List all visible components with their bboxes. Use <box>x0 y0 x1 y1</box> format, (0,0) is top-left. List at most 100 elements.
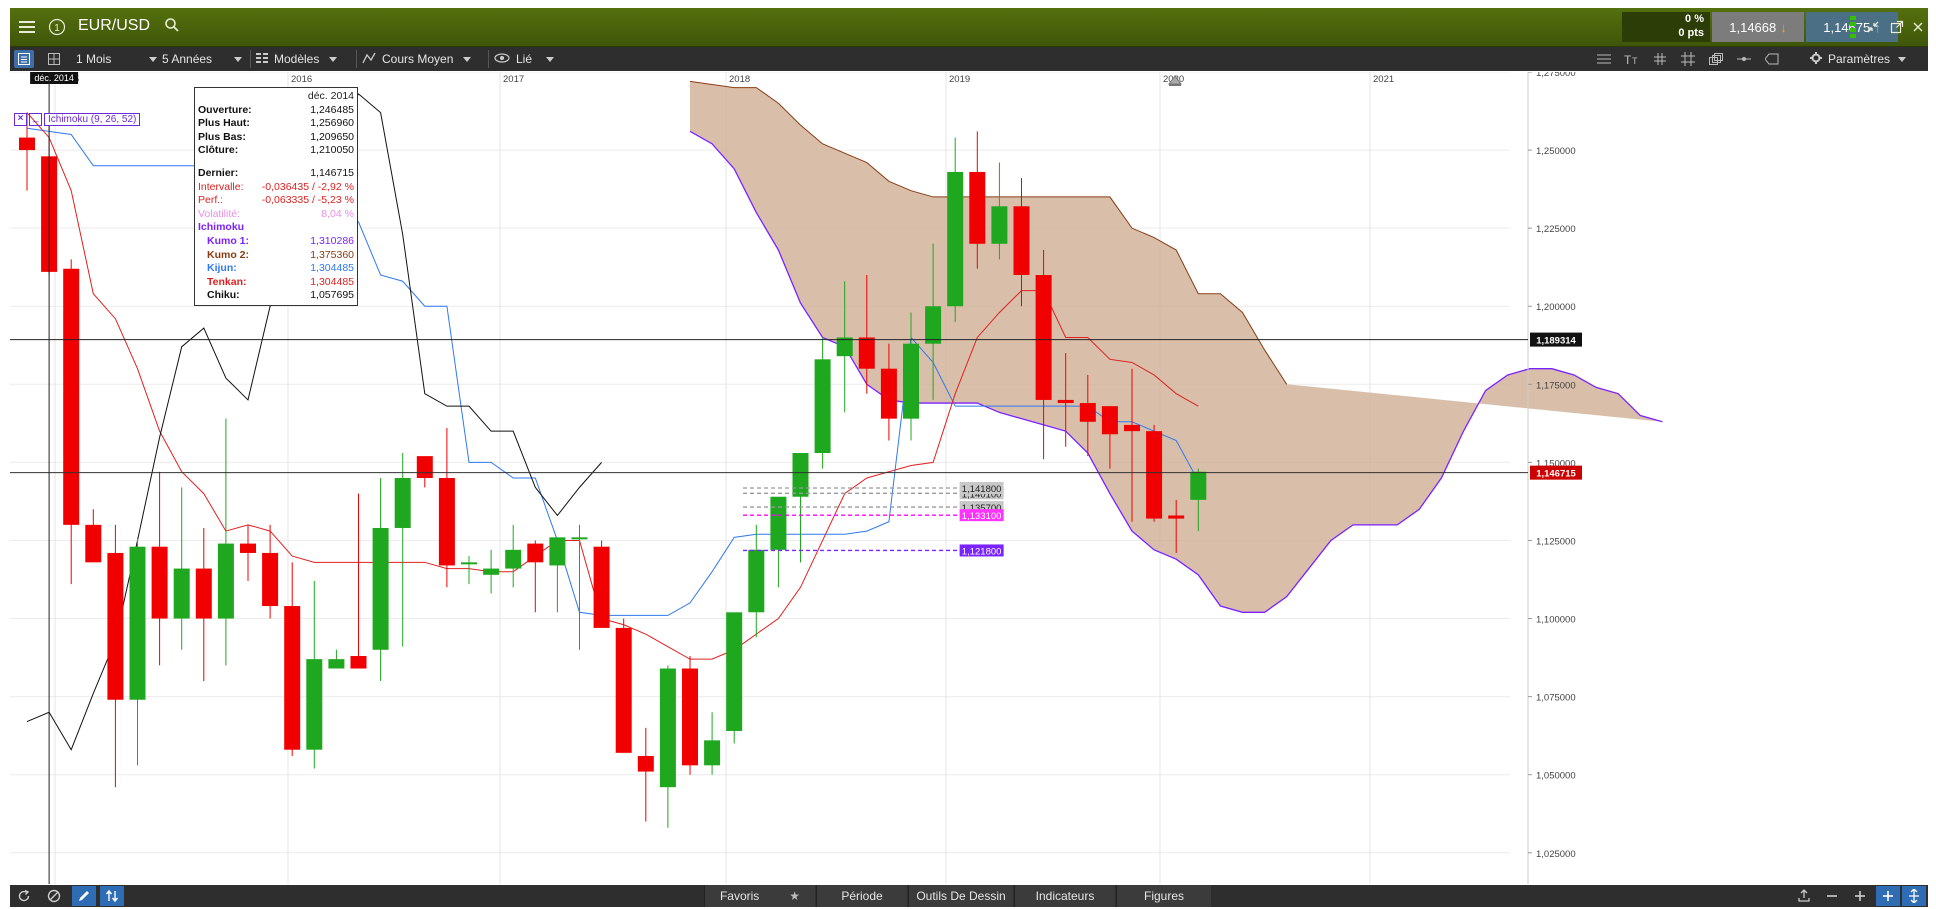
candle-body[interactable] <box>107 552 124 700</box>
magnet-icon[interactable] <box>1734 50 1754 68</box>
candle-body[interactable] <box>836 337 853 357</box>
candle-body[interactable] <box>129 546 146 700</box>
drawing-tools-tab[interactable]: Outils De Dessin <box>908 885 1013 907</box>
candle-body[interactable] <box>726 612 743 731</box>
layers-icon[interactable] <box>1706 50 1726 68</box>
candle-body[interactable] <box>969 171 986 244</box>
candle-body[interactable] <box>483 568 500 575</box>
indicators-tab[interactable]: Indicateurs <box>1014 885 1115 907</box>
candle-body[interactable] <box>1190 471 1207 500</box>
popout-icon[interactable] <box>1886 14 1908 40</box>
expand-vertical-icon[interactable] <box>1902 886 1926 906</box>
candle-body[interactable] <box>704 740 721 766</box>
list-lines-icon[interactable] <box>1594 50 1614 68</box>
link-dropdown[interactable]: Lié <box>494 47 555 71</box>
candle-body[interactable] <box>505 549 522 569</box>
candle-body[interactable] <box>1124 424 1140 432</box>
candle-body[interactable] <box>593 546 610 628</box>
list-view-icon[interactable] <box>14 50 34 68</box>
layout-grid-icon[interactable] <box>44 50 64 68</box>
candle-body[interactable] <box>151 546 168 619</box>
tooltip-label: Volatilité: <box>198 207 241 220</box>
candle-body[interactable] <box>637 755 654 772</box>
candle-body[interactable] <box>350 656 367 669</box>
candle-body[interactable] <box>659 668 676 788</box>
info-icon[interactable]: 1 <box>44 14 70 40</box>
candle-body[interactable] <box>858 337 875 369</box>
candle-body[interactable] <box>991 206 1008 244</box>
figures-tab[interactable]: Figures <box>1116 885 1211 907</box>
interval-dropdown[interactable]: 1 Mois <box>76 47 158 71</box>
candle-body[interactable] <box>925 306 942 344</box>
candle-body[interactable] <box>770 496 787 550</box>
settings-button[interactable]: Paramètres <box>1810 47 1907 71</box>
candle-body[interactable] <box>1035 275 1052 400</box>
candle-body[interactable] <box>85 524 102 563</box>
zoom-in-icon[interactable] <box>1848 886 1872 906</box>
candle-body[interactable] <box>306 659 323 750</box>
candle-body[interactable] <box>1168 515 1185 519</box>
candle-body[interactable] <box>63 268 80 525</box>
zoom-out-icon[interactable] <box>1820 886 1844 906</box>
candle-body[interactable] <box>262 552 279 607</box>
candle-body[interactable] <box>748 549 765 613</box>
add-panel-icon[interactable] <box>1876 886 1900 906</box>
candle-body[interactable] <box>792 453 809 497</box>
price-type-dropdown[interactable]: Cours Moyen <box>362 47 472 71</box>
grid-icon[interactable] <box>1650 50 1670 68</box>
candle-body[interactable] <box>527 543 544 563</box>
candle-body[interactable] <box>1146 431 1163 519</box>
last-price-badge: 1,146715 <box>1536 469 1576 480</box>
candle-body[interactable] <box>947 171 964 307</box>
period-tab[interactable]: Période <box>816 885 907 907</box>
candle-body[interactable] <box>461 562 477 565</box>
label-icon[interactable] <box>1762 50 1782 68</box>
candle-body[interactable] <box>240 543 256 553</box>
candle-body[interactable] <box>438 478 455 566</box>
candle-body[interactable] <box>549 537 566 566</box>
sort-icon[interactable] <box>100 886 124 906</box>
candle-body[interactable] <box>571 537 588 540</box>
candle-body[interactable] <box>217 543 234 619</box>
candle-body[interactable] <box>284 606 301 750</box>
candle-body[interactable] <box>372 527 389 650</box>
pencil-icon[interactable] <box>72 886 96 906</box>
candle-body[interactable] <box>328 659 345 669</box>
candle-body[interactable] <box>1013 206 1030 275</box>
search-icon[interactable] <box>164 17 180 36</box>
candle-body[interactable] <box>416 456 433 478</box>
candle-body[interactable] <box>173 568 190 619</box>
range-dropdown[interactable]: 5 Années <box>162 47 243 71</box>
remove-indicator-icon[interactable]: × <box>14 112 27 126</box>
candle-body[interactable] <box>615 627 632 753</box>
candle-body[interactable] <box>195 568 212 619</box>
candle-body[interactable] <box>19 137 35 151</box>
refresh-icon[interactable] <box>12 886 36 906</box>
favorites-tab[interactable]: Favoris ★ <box>704 885 815 907</box>
candle-body[interactable] <box>682 668 698 766</box>
menu-icon[interactable] <box>14 14 40 40</box>
candle-body[interactable] <box>903 343 919 419</box>
models-dropdown[interactable]: Modèles <box>256 47 338 71</box>
candle-body[interactable] <box>1101 406 1118 435</box>
text-size-icon[interactable]: TT <box>1622 50 1642 68</box>
candle-body[interactable] <box>814 359 831 454</box>
figures-label: Figures <box>1143 889 1184 903</box>
candle-body[interactable] <box>1057 399 1074 404</box>
close-icon[interactable] <box>1908 14 1928 40</box>
candle-body[interactable] <box>880 368 897 419</box>
interval-label: 1 Mois <box>76 52 112 66</box>
indicator-name[interactable]: Ichimoku (9, 26, 52) <box>44 112 141 126</box>
price-level-label: 1,133100 <box>962 511 1002 522</box>
no-drawing-icon[interactable] <box>42 886 66 906</box>
minimize-indicator-icon[interactable]: _ <box>29 112 42 126</box>
collapse-icon[interactable] <box>1862 14 1884 40</box>
fit-icon[interactable] <box>1792 886 1816 906</box>
tooltip-row: Kumo 2: 1,375360 <box>198 249 354 263</box>
candle-body[interactable] <box>394 478 411 528</box>
bid-button[interactable]: 1,14668 ↓ <box>1712 12 1804 42</box>
tooltip-row: Dernier: 1,146715 <box>198 167 354 181</box>
candle-body[interactable] <box>1079 403 1096 422</box>
crosshair-icon[interactable] <box>1678 50 1698 68</box>
symbol-name[interactable]: EUR/USD <box>78 17 150 35</box>
